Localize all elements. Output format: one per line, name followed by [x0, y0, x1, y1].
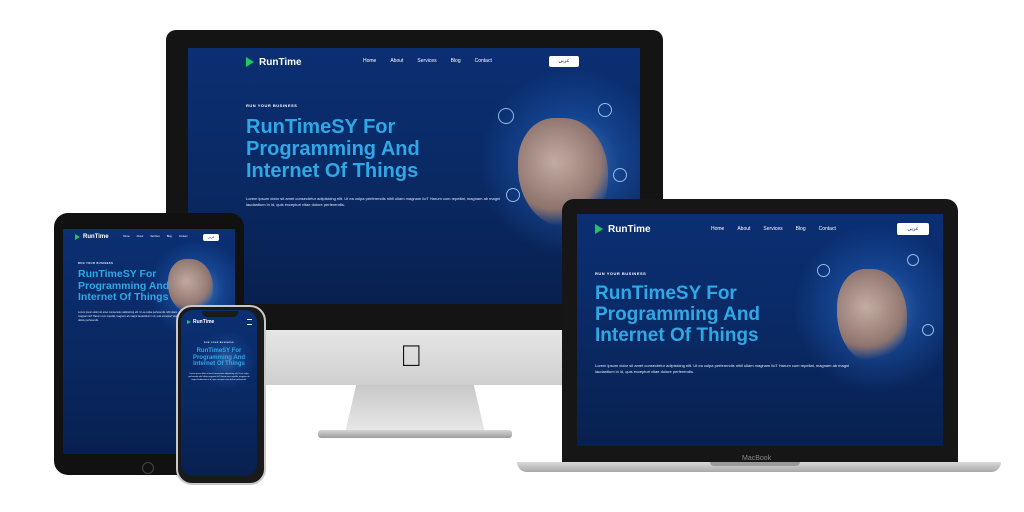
ipad-home-button[interactable] [142, 462, 154, 474]
nav-blog[interactable]: Blog [796, 226, 806, 232]
hero-headline: RunTimeSY For Programming And Internet O… [78, 268, 169, 304]
site-logo[interactable]: RunTime [246, 57, 302, 68]
hero-tagline: RUN YOUR BUSINESS [595, 271, 647, 276]
nav-about[interactable]: About [137, 235, 144, 238]
hero-headline: RunTimeSY For Programming And Internet O… [181, 348, 257, 368]
iot-icon [817, 264, 830, 277]
nav-about[interactable]: About [737, 226, 750, 232]
brand-name: RunTime [83, 234, 109, 240]
play-logo-icon [595, 224, 603, 234]
nav-links: Home About Services Blog Contact [711, 226, 836, 232]
headline-line-3: Internet Of Things [595, 324, 759, 346]
hero-headline: RunTimeSY For Programming And Internet O… [595, 283, 761, 347]
nav-about[interactable]: About [390, 58, 403, 64]
hamburger-menu-icon[interactable] [247, 319, 252, 325]
nav-blog[interactable]: Blog [451, 58, 461, 64]
hero-paragraph: Lorem ipsum dolor sit amet consectetur a… [78, 311, 179, 322]
nav-contact[interactable]: Contact [179, 235, 188, 238]
language-button[interactable]: عربي [203, 234, 219, 241]
brand-name: RunTime [193, 319, 215, 325]
nav-services[interactable]: Services [417, 58, 436, 64]
site-navbar: RunTime Home About Services Blog Contact… [63, 229, 235, 245]
hero-headline: RunTimeSY For Programming And Internet O… [246, 116, 420, 182]
iphone-notch [202, 311, 238, 317]
iot-icon [498, 108, 514, 124]
nav-home[interactable]: Home [363, 58, 376, 64]
iot-icon [922, 324, 934, 336]
nav-links: Home About Services Blog Contact [123, 235, 187, 238]
site-logo[interactable]: RunTime [595, 224, 651, 235]
headline-line-1: RunTimeSY For [196, 348, 242, 354]
language-button[interactable]: عربي [897, 223, 929, 235]
play-logo-icon [246, 57, 254, 67]
iot-icon [598, 103, 612, 117]
site-logo[interactable]: RunTime [187, 319, 214, 325]
play-logo-icon [187, 320, 191, 324]
macbook-label: MacBook [742, 455, 772, 462]
macbook-notch [710, 462, 800, 466]
nav-services[interactable]: Services [763, 226, 782, 232]
headline-line-1: RunTimeSY For [246, 116, 396, 138]
hero-tagline: RUN YOUR BUSINESS [204, 342, 234, 344]
headline-line-3: Internet Of Things [193, 361, 245, 368]
headline-line-1: RunTimeSY For [595, 283, 737, 304]
hero-tagline: RUN YOUR BUSINESS [246, 103, 298, 108]
nav-contact[interactable]: Contact [475, 58, 492, 64]
iot-icon [613, 168, 627, 182]
headline-line-2: Programming And [246, 138, 420, 160]
headline-line-1: RunTimeSY For [78, 268, 157, 280]
apple-logo-icon:  [400, 340, 423, 374]
brand-name: RunTime [608, 223, 651, 235]
play-logo-icon [75, 234, 80, 240]
site-navbar: RunTime Home About Services Blog Contact… [577, 214, 943, 244]
site-navbar: RunTime [181, 316, 257, 328]
nav-home[interactable]: Home [711, 226, 724, 232]
imac-foot [318, 430, 512, 438]
iot-icon [907, 254, 919, 266]
headline-line-2: Programming And [595, 303, 761, 325]
site-logo[interactable]: RunTime [75, 234, 109, 240]
headline-line-3: Internet Of Things [246, 160, 419, 182]
nav-contact[interactable]: Contact [819, 226, 836, 232]
brand-name: RunTime [259, 56, 302, 68]
iot-icon [506, 188, 520, 202]
headline-line-3: Internet Of Things [78, 291, 169, 304]
hero-paragraph: Lorem ipsum dolor sit amet consectetur a… [188, 373, 250, 381]
site-navbar: RunTime Home About Services Blog Contact… [188, 48, 640, 76]
nav-links: Home About Services Blog Contact [363, 58, 492, 64]
hero-paragraph: Lorem ipsum dolor sit amet consectetur a… [595, 363, 850, 374]
hero-paragraph: Lorem ipsum dolor sit amet consectetur a… [246, 196, 501, 207]
macbook-screen: RunTime Home About Services Blog Contact… [577, 214, 943, 446]
nav-home[interactable]: Home [123, 235, 130, 238]
imac-stand [345, 385, 485, 433]
nav-services[interactable]: Services [150, 235, 160, 238]
language-button[interactable]: عربي [549, 56, 579, 67]
hero-tagline: RUN YOUR BUSINESS [78, 262, 114, 265]
nav-blog[interactable]: Blog [167, 235, 172, 238]
headline-line-2: Programming And [192, 354, 246, 361]
iphone-screen: RunTime RUN YOUR BUSINESS RunTimeSY For … [181, 310, 257, 476]
